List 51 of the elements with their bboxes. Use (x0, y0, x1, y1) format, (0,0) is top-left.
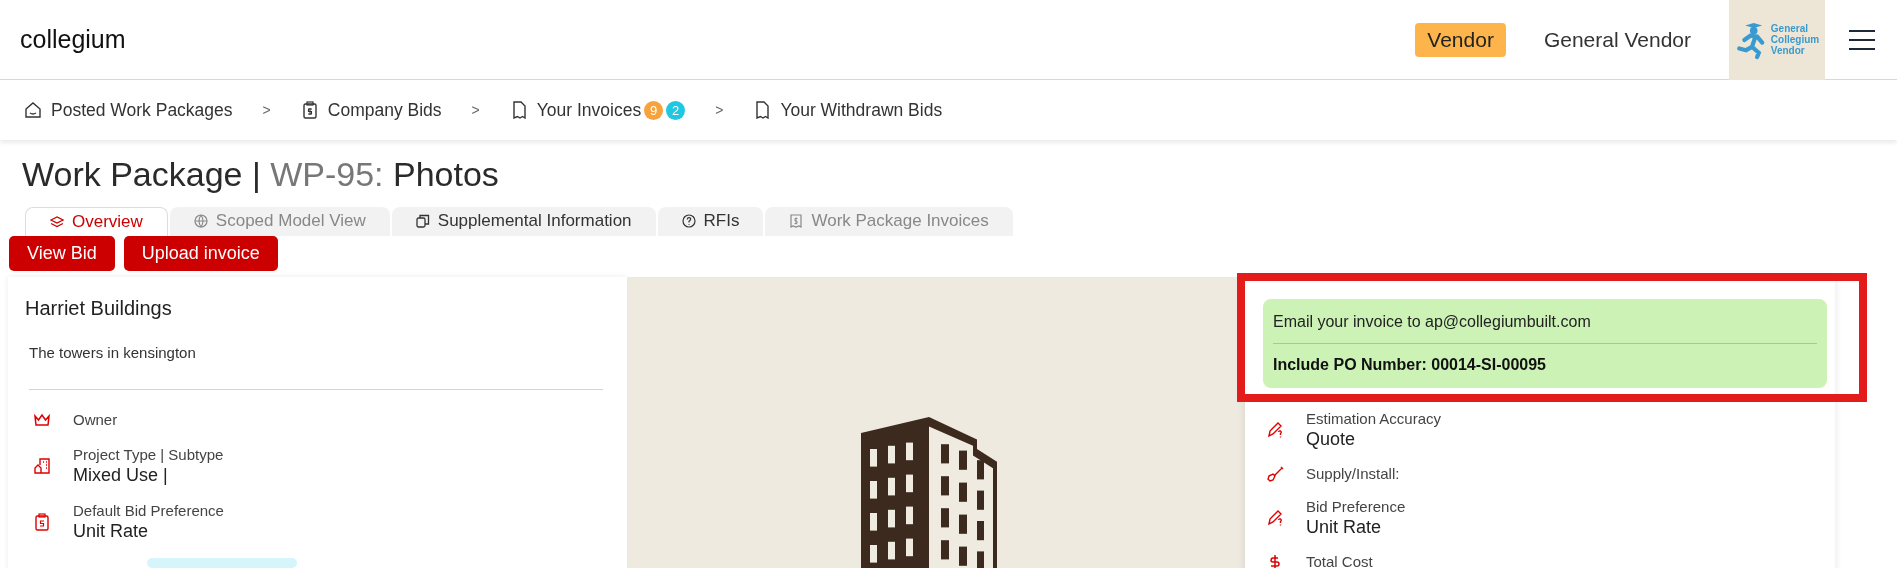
logo-text: General (1770, 23, 1810, 34)
question-icon (681, 214, 696, 229)
count-badge: 9 (644, 100, 664, 120)
field-label: Estimation Accuracy (1306, 409, 1442, 427)
field-label: Owner (73, 411, 118, 429)
breadcrumb-link[interactable]: Your Withdrawn Bids (753, 99, 943, 121)
pencil-icon (1266, 508, 1284, 527)
breadcrumb-link[interactable]: Your Invoices 9 2 (509, 99, 686, 121)
tab[interactable]: RFIs (657, 206, 764, 236)
building-icon (33, 456, 51, 475)
copy-icon (415, 214, 430, 229)
notice-text: Email your invoice to ap@collegiumbuilt.com (1273, 312, 1592, 331)
globe-icon (193, 214, 208, 229)
field-label: Bid Preference (1306, 497, 1406, 515)
field-value: Unit Rate (1306, 516, 1383, 538)
menu-button[interactable] (1849, 29, 1875, 50)
project-name: Harriet Buildings (25, 296, 173, 320)
field-value: Mixed Use | (73, 464, 169, 486)
page-title: Work Package | WP-95: Photos (22, 154, 500, 195)
logo-text: Vendor (1770, 45, 1805, 56)
action-button[interactable]: Upload invoice (123, 235, 278, 271)
field-label: Project Type | Subtype (73, 445, 224, 463)
app-logo[interactable]: collegium (20, 25, 126, 54)
breadcrumb-link[interactable]: Company Bids (300, 99, 442, 121)
breadcrumb-separator: > (715, 102, 724, 118)
pencil-icon (1266, 420, 1284, 439)
user-name: General Vendor (1543, 27, 1691, 52)
layers-icon (50, 214, 64, 229)
field-value: Quote (1306, 428, 1357, 450)
breadcrumb-separator: > (471, 102, 480, 118)
receipt-icon (789, 214, 804, 229)
field-label: Total Cost (1306, 553, 1373, 568)
document-icon (753, 101, 772, 119)
field-label: Default Bid Preference (73, 501, 224, 519)
home-icon (24, 101, 42, 119)
tab[interactable]: Supplemental Information (391, 206, 656, 236)
action-button[interactable]: View Bid (9, 235, 115, 271)
clipboard-icon (300, 101, 319, 119)
menu-icon (1849, 29, 1875, 50)
breadcrumb-separator: > (262, 102, 271, 118)
field-value: Unit Rate (73, 520, 150, 542)
clipboard-icon (33, 512, 51, 531)
role-badge: Vendor (1415, 22, 1506, 57)
po-number-text: Include PO Number: 00014-SI-00095 (1273, 355, 1547, 374)
breadcrumb-link[interactable]: Posted Work Packages (24, 99, 233, 121)
logo-text: Collegium (1770, 34, 1820, 45)
tab[interactable]: Overview (25, 206, 168, 236)
project-description: The towers in kensington (29, 343, 197, 361)
shovel-icon (1266, 464, 1284, 483)
count-badge: 2 (666, 100, 686, 120)
field-label: Supply/Install: (1306, 465, 1400, 483)
